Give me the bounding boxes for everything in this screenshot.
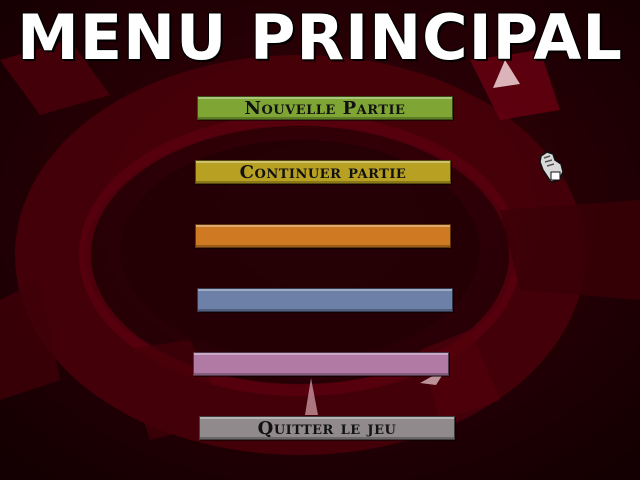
page-title: MENU PRINCIPAL [17, 1, 623, 74]
menu-button-pink[interactable] [193, 352, 449, 376]
gauntlet-hand-cursor-icon [539, 151, 564, 183]
new-game-button[interactable]: Nouvelle Partie [197, 96, 453, 120]
menu-button-blue[interactable] [197, 288, 453, 312]
continue-game-button[interactable]: Continuer partie [195, 160, 451, 184]
menu-button-orange[interactable] [195, 224, 451, 248]
quit-game-button[interactable]: Quitter le jeu [199, 416, 455, 440]
